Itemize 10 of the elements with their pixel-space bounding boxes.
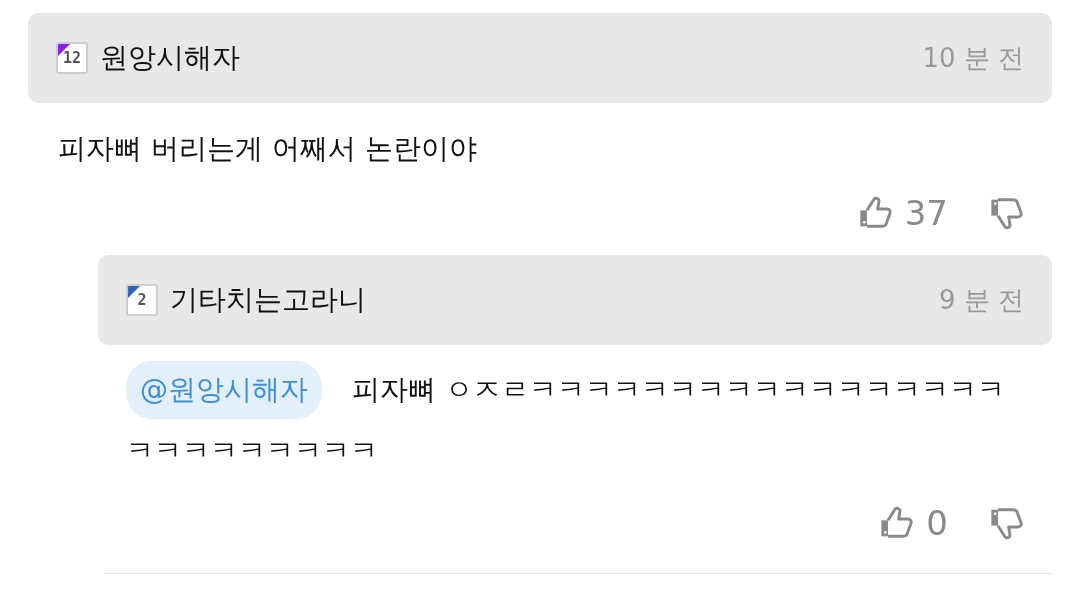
like-count: 37 [904, 193, 948, 233]
level-badge: 2 [126, 284, 158, 316]
level-badge: 12 [56, 42, 88, 74]
reply-text: @원앙시해자 피자뼈 ㅇㅈㄹㅋㅋㅋㅋㅋㅋㅋㅋㅋㅋㅋㅋㅋㅋㅋㅋㅋㅋㅋㅋㅋㅋㅋㅋㅋㅋ [98, 345, 1052, 481]
like-count: 0 [926, 503, 948, 543]
comment-time: 10 분 전 [922, 41, 1024, 75]
comment-time: 9 분 전 [938, 283, 1024, 317]
author-name[interactable]: 기타치는고라니 [170, 281, 939, 319]
comment-text: 피자뼈 버리는게 어째서 논란이야 [57, 131, 478, 167]
author-name[interactable]: 원앙시해자 [100, 39, 923, 77]
